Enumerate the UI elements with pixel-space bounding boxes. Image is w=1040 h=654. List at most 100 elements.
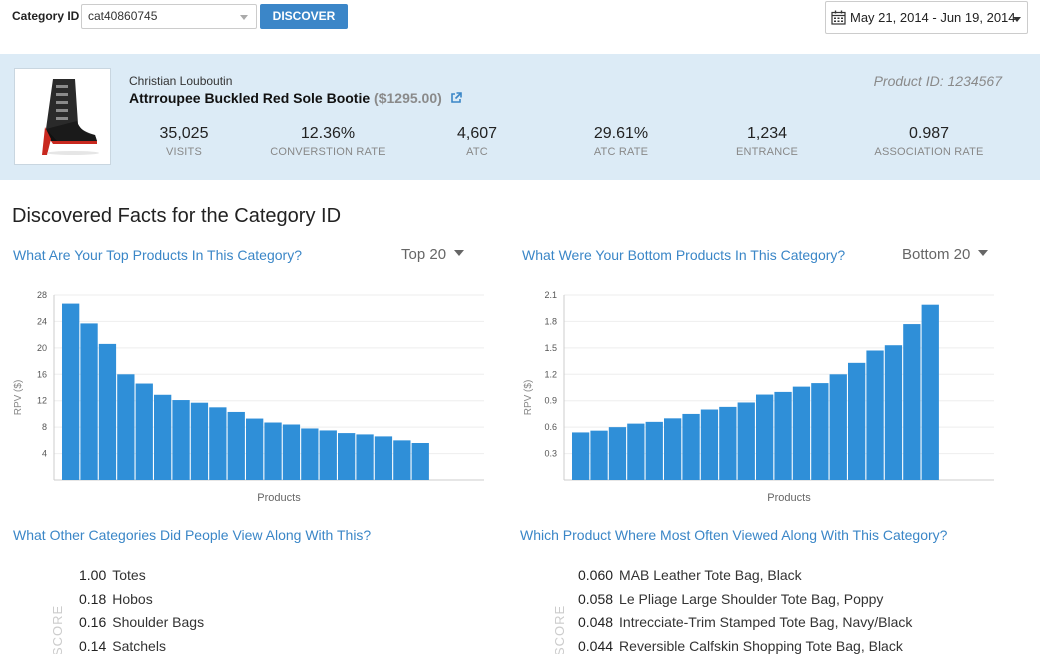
bar[interactable] <box>227 411 245 480</box>
bar[interactable] <box>154 394 172 480</box>
bar[interactable] <box>811 383 829 480</box>
product-image <box>14 68 111 165</box>
bar[interactable] <box>829 374 847 480</box>
bar[interactable] <box>590 430 608 480</box>
bar[interactable] <box>209 407 227 480</box>
list-item: 0.14 Satchels <box>79 638 204 654</box>
co-viewed-products-question: Which Product Where Most Often Viewed Al… <box>520 527 948 543</box>
bar[interactable] <box>411 443 429 480</box>
item-score: 0.18 <box>79 590 107 607</box>
bar[interactable] <box>246 418 264 480</box>
product-price: ($1295.00) <box>374 90 442 106</box>
y-tick-label: 24 <box>37 316 47 326</box>
bar[interactable] <box>172 400 190 480</box>
date-range-text: May 21, 2014 - Jun 19, 2014 <box>850 10 1016 25</box>
category-id-label: Category ID <box>12 9 80 23</box>
bar[interactable] <box>338 433 356 480</box>
bar[interactable] <box>572 432 590 480</box>
bar[interactable] <box>282 424 301 481</box>
bar[interactable] <box>98 343 117 480</box>
stat-value: 1,234 <box>746 125 788 142</box>
bar[interactable] <box>319 430 337 480</box>
y-tick-label: 1.8 <box>544 316 557 326</box>
bar[interactable] <box>627 423 645 480</box>
y-tick-label: 0.9 <box>544 396 557 406</box>
chevron-down-icon <box>454 250 465 256</box>
date-range-picker[interactable]: May 21, 2014 - Jun 19, 2014 <box>825 1 1028 34</box>
item-label: Shoulder Bags <box>112 614 205 630</box>
y-tick-label: 20 <box>37 343 47 353</box>
bar[interactable] <box>774 391 792 480</box>
bar[interactable] <box>264 422 282 480</box>
bar[interactable] <box>608 427 627 480</box>
bar[interactable] <box>903 324 921 480</box>
bottom-count-select[interactable]: Bottom 20 <box>902 246 989 263</box>
y-tick-label: 16 <box>37 369 47 379</box>
list-item: 0.18 Hobos <box>79 591 204 615</box>
item-score: 1.00 <box>79 567 107 583</box>
score-axis-label: SCORE <box>50 604 65 654</box>
top-count-select[interactable]: Top 20 <box>401 246 465 263</box>
y-tick-label: 12 <box>37 396 47 406</box>
bar[interactable] <box>921 304 939 480</box>
chevron-down-icon <box>240 15 248 20</box>
stat-value: 35,025 <box>159 125 209 142</box>
stat-atc: 4,607 ATC <box>397 125 557 158</box>
y-tick-label: 0.3 <box>544 449 557 459</box>
y-tick-label: 2.1 <box>544 290 557 300</box>
bar[interactable] <box>301 428 319 480</box>
bar[interactable] <box>80 323 98 480</box>
list-item: 0.060 MAB Leather Tote Bag, Black <box>578 567 912 591</box>
bar[interactable] <box>700 409 719 480</box>
bar[interactable] <box>719 406 737 480</box>
bar[interactable] <box>62 303 80 480</box>
x-axis-label: Products <box>257 492 301 504</box>
stat-entrance: 1,234 ENTRANCE <box>687 125 847 158</box>
bar[interactable] <box>356 434 374 480</box>
stat-value: 12.36% <box>300 125 356 142</box>
item-score: 0.14 <box>79 637 107 654</box>
other-categories-question: What Other Categories Did People View Al… <box>13 527 372 543</box>
bar[interactable] <box>393 440 411 480</box>
stat-label: ENTRANCE <box>735 146 799 158</box>
bar[interactable] <box>190 402 209 480</box>
bar[interactable] <box>374 436 393 480</box>
toolbar: Category ID cat40860745 DISCOVER May 21,… <box>0 0 1040 54</box>
stat-label: VISITS <box>165 146 203 158</box>
chevron-down-icon <box>1013 17 1021 22</box>
y-tick-label: 1.2 <box>544 369 557 379</box>
item-score: 0.058 <box>578 590 614 607</box>
bar[interactable] <box>135 383 153 480</box>
bar[interactable] <box>866 350 884 481</box>
bottom-count-value: Bottom 20 <box>902 246 971 263</box>
bootie-image <box>42 79 99 155</box>
external-link-icon[interactable] <box>450 92 462 104</box>
discover-button[interactable]: DISCOVER <box>260 4 348 29</box>
list-item: 0.044 Reversible Calfskin Shopping Tote B… <box>578 638 912 654</box>
stat-atc-rate: 29.61% ATC RATE <box>541 125 701 158</box>
stat-label: ASSOCIATION RATE <box>874 146 984 158</box>
bar[interactable] <box>682 413 700 480</box>
item-label: Le Pliage Large Shoulder Tote Bag, Poppy <box>619 590 884 607</box>
y-axis-label: RPV ($) <box>523 380 534 416</box>
top-products-question: What Are Your Top Products In This Categ… <box>13 247 302 263</box>
y-tick-label: 0.6 <box>544 422 557 432</box>
bar[interactable] <box>884 345 903 480</box>
stat-visits: 35,025 VISITS <box>104 125 264 158</box>
bar[interactable] <box>664 418 682 480</box>
bar[interactable] <box>645 421 663 480</box>
category-id-value: cat40860745 <box>88 9 158 23</box>
stat-conversion-rate: 12.36% CONVERSTION RATE <box>248 125 408 158</box>
product-title: Attrroupee Buckled Red Sole Bootie ($129… <box>129 90 462 106</box>
bar[interactable] <box>117 374 135 480</box>
item-score: 0.16 <box>79 614 107 630</box>
category-id-select[interactable]: cat40860745 <box>81 4 257 29</box>
bar[interactable] <box>848 362 866 480</box>
item-label: Hobos <box>112 590 153 607</box>
bar[interactable] <box>737 402 755 480</box>
bar[interactable] <box>756 394 774 480</box>
list-item: 0.16 Shoulder Bags <box>79 614 204 638</box>
stat-value: 29.61% <box>593 125 649 142</box>
product-banner: Christian Louboutin Attrroupee Buckled R… <box>0 54 1040 180</box>
bar[interactable] <box>792 386 811 480</box>
